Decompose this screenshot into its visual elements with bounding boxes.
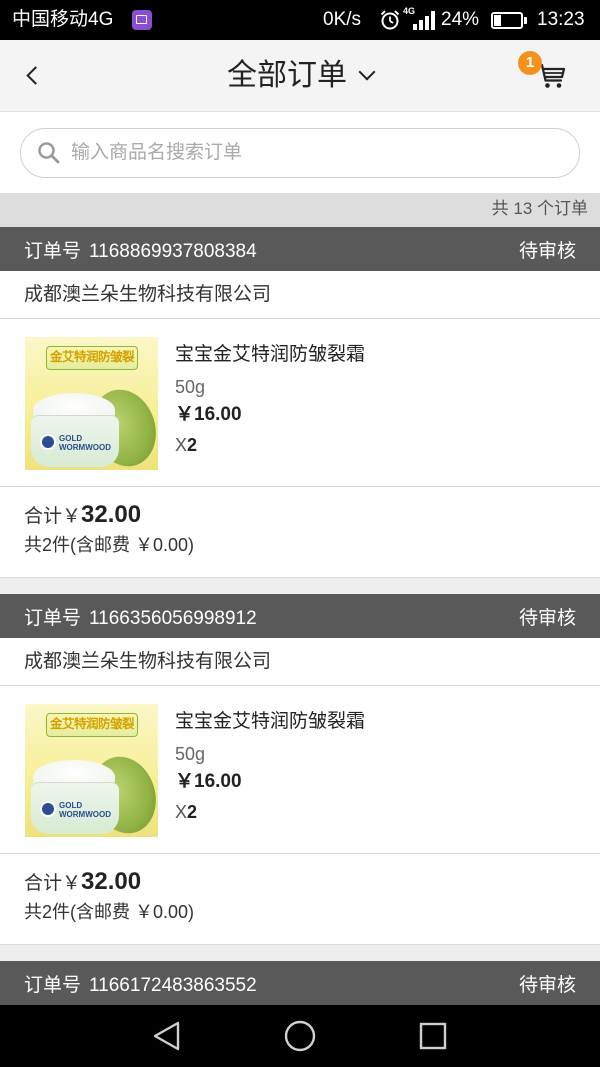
back-triangle-icon xyxy=(153,1021,180,1051)
order-header: 订单号 1166172483863552 待审核 xyxy=(0,961,600,1005)
order-number: 订单号 1166356056998912 xyxy=(24,603,257,630)
order-number-label: 订单号 xyxy=(24,974,82,996)
brand-line-2: WORMWOOD xyxy=(59,443,111,452)
quantity-prefix: X xyxy=(175,802,188,822)
product-image[interactable]: 金艾特润防皱裂 GOLD WORMWOOD xyxy=(25,337,158,470)
order-header: 订单号 1168869937808384 待审核 xyxy=(0,227,600,271)
quantity-prefix: X xyxy=(175,435,188,455)
total-amount: 32.00 xyxy=(81,868,142,895)
order-total: 合计￥32.00 共2件(含邮费 ￥0.00) xyxy=(0,854,600,944)
product-price: ￥16.00 xyxy=(175,404,242,425)
total-label: 合计 xyxy=(24,506,63,527)
order-item[interactable]: 金艾特润防皱裂 GOLD WORMWOOD 宝宝金艾特润防皱裂霜 50g ￥16.… xyxy=(0,686,600,854)
product-image-jar: GOLD WORMWOOD xyxy=(31,782,119,834)
signal-bars-icon xyxy=(413,11,435,30)
product-image-title-text: 金艾特润防皱裂 xyxy=(46,346,138,370)
store-name[interactable]: 成都澳兰朵生物科技有限公司 xyxy=(0,638,600,686)
order-count-bar: 共 13 个订单 xyxy=(0,193,600,227)
order-count-text: 共 13 个订单 xyxy=(491,199,588,218)
order-number-value: 1166172483863552 xyxy=(89,974,257,996)
brand-line-1: GOLD xyxy=(59,434,83,443)
total-currency: ￥ xyxy=(62,506,82,527)
quantity-value: 2 xyxy=(187,802,198,822)
order-item-count-note: 共2件(含邮费 ￥0.00) xyxy=(24,902,195,922)
order-total-line: 合计￥32.00 xyxy=(24,867,141,899)
product-name: 宝宝金艾特润防皱裂霜 xyxy=(175,344,366,365)
product-image[interactable]: 金艾特润防皱裂 GOLD WORMWOOD xyxy=(25,704,158,837)
product-spec: 50g xyxy=(175,744,206,764)
status-bar: 中国移动4G 0K/s 4G 24% 13:23 xyxy=(0,0,600,40)
cart-button[interactable]: 1 xyxy=(518,51,580,98)
order-separator xyxy=(0,944,600,961)
gallery-icon-frame xyxy=(136,15,147,24)
order-status: 待审核 xyxy=(518,240,576,262)
system-navigation-bar xyxy=(0,1005,600,1067)
network-speed: 0K/s xyxy=(323,9,362,30)
carrier-name: 中国移动4G xyxy=(12,9,114,30)
order-item-count-note: 共2件(含邮费 ￥0.00) xyxy=(24,535,195,555)
nav-home-button[interactable] xyxy=(260,1005,340,1067)
order-card[interactable]: 订单号 1166172483863552 待审核 xyxy=(0,961,600,1005)
order-card[interactable]: 订单号 1166356056998912 待审核 成都澳兰朵生物科技有限公司 金艾… xyxy=(0,594,600,944)
order-number-label: 订单号 xyxy=(24,607,82,629)
chevron-down-icon xyxy=(358,63,376,81)
search-box[interactable] xyxy=(20,128,580,178)
order-separator xyxy=(0,577,600,594)
store-name[interactable]: 成都澳兰朵生物科技有限公司 xyxy=(0,271,600,319)
order-status: 待审核 xyxy=(518,607,576,629)
product-image-brand-text: GOLD WORMWOOD xyxy=(59,434,111,452)
order-total-line: 合计￥32.00 xyxy=(24,500,141,532)
page-title: 全部订单 xyxy=(227,59,347,92)
order-number-value: 1168869937808384 xyxy=(89,240,257,262)
cart-badge: 1 xyxy=(518,51,542,75)
product-image-emblem xyxy=(40,434,56,450)
product-image-emblem xyxy=(40,801,56,817)
battery-level-fill xyxy=(494,15,501,26)
product-name: 宝宝金艾特润防皱裂霜 xyxy=(175,711,366,732)
order-item[interactable]: 金艾特润防皱裂 GOLD WORMWOOD 宝宝金艾特润防皱裂霜 50g ￥16.… xyxy=(0,319,600,487)
gallery-icon xyxy=(132,10,152,30)
total-amount: 32.00 xyxy=(81,501,142,528)
battery-terminal xyxy=(524,17,527,24)
product-image-jar: GOLD WORMWOOD xyxy=(31,415,119,467)
total-label: 合计 xyxy=(24,873,63,894)
order-total: 合计￥32.00 共2件(含邮费 ￥0.00) xyxy=(0,487,600,577)
brand-line-2: WORMWOOD xyxy=(59,810,111,819)
order-number: 订单号 1166172483863552 xyxy=(24,970,257,997)
order-filter-dropdown[interactable]: 全部订单 xyxy=(150,40,450,112)
chevron-left-icon xyxy=(26,66,45,85)
clock: 13:23 xyxy=(537,9,585,30)
home-circle-icon xyxy=(284,1020,316,1052)
order-card[interactable]: 订单号 1168869937808384 待审核 成都澳兰朵生物科技有限公司 金艾… xyxy=(0,227,600,577)
order-number: 订单号 1168869937808384 xyxy=(24,236,257,263)
search-icon xyxy=(38,142,60,164)
nav-back-button[interactable] xyxy=(127,1005,207,1067)
total-currency: ￥ xyxy=(62,873,82,894)
battery-icon xyxy=(491,12,527,29)
product-image-brand-text: GOLD WORMWOOD xyxy=(59,801,111,819)
order-status: 待审核 xyxy=(518,974,576,996)
nav-recents-button[interactable] xyxy=(393,1005,473,1067)
order-header: 订单号 1166356056998912 待审核 xyxy=(0,594,600,638)
quantity-value: 2 xyxy=(187,435,198,455)
back-button[interactable] xyxy=(14,54,58,98)
product-spec: 50g xyxy=(175,377,206,397)
alarm-clock-icon xyxy=(380,10,400,30)
product-quantity: X2 xyxy=(175,800,197,824)
search-input[interactable] xyxy=(71,129,561,176)
battery-percentage: 24% xyxy=(441,9,480,30)
order-number-label: 订单号 xyxy=(24,240,82,262)
top-navigation-bar: 全部订单 1 xyxy=(0,40,600,112)
search-area xyxy=(0,112,600,193)
brand-line-1: GOLD xyxy=(59,801,83,810)
product-image-title-text: 金艾特润防皱裂 xyxy=(46,713,138,737)
recents-square-icon xyxy=(419,1022,447,1050)
order-list-page: 共 13 个订单 订单号 1168869937808384 待审核 成都澳兰朵生物… xyxy=(0,112,600,1005)
product-price: ￥16.00 xyxy=(175,771,242,792)
order-number-value: 1166356056998912 xyxy=(89,607,257,629)
product-quantity: X2 xyxy=(175,433,197,457)
